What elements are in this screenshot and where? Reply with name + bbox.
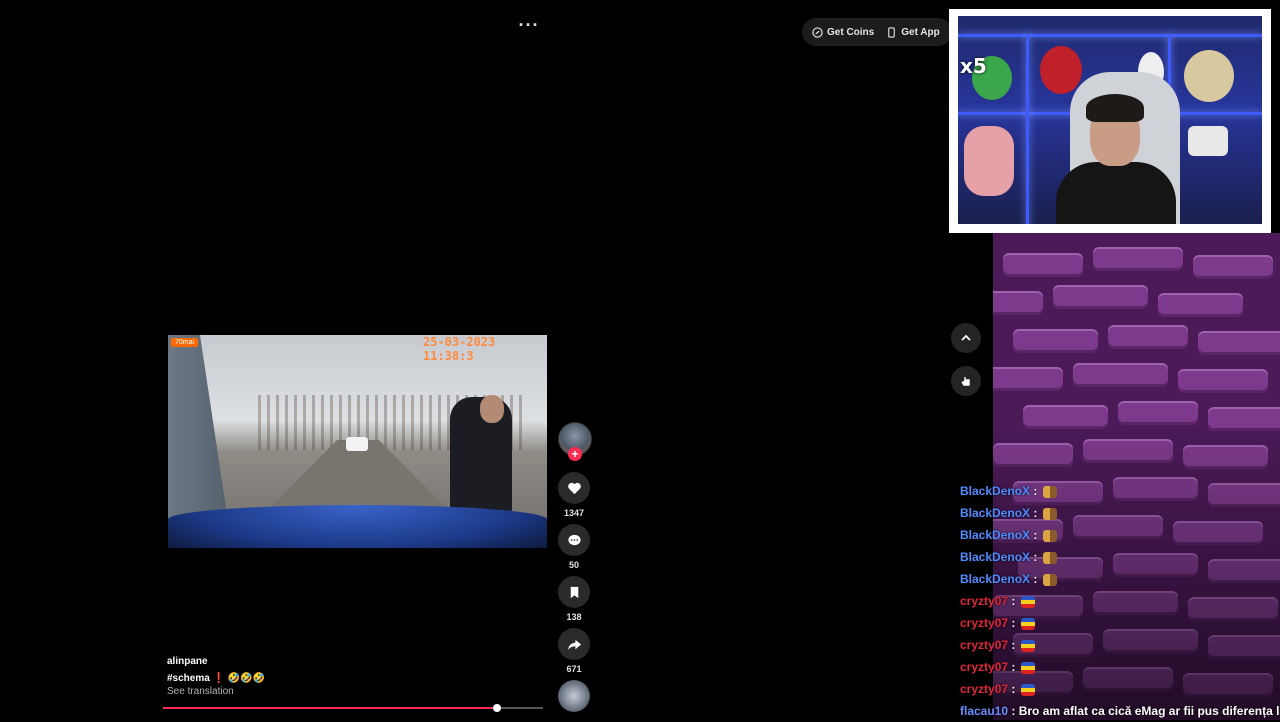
chat-username[interactable]: BlackDenoX xyxy=(960,572,1030,586)
cat-emote xyxy=(1042,573,1057,586)
chat-message: BlackDenoX : xyxy=(960,568,1280,590)
get-coins-button[interactable]: Get Coins xyxy=(812,27,874,38)
chat-separator: : xyxy=(1008,616,1019,630)
chat-message: BlackDenoX : xyxy=(960,480,1280,502)
chat-username[interactable]: cryzty07 xyxy=(960,682,1008,696)
video-progress-knob[interactable] xyxy=(493,704,502,712)
comment-button[interactable]: 50 xyxy=(558,524,590,570)
see-translation-link[interactable]: See translation xyxy=(167,686,234,697)
dashcam-timestamp: 25-03-2023 11:38:3 xyxy=(423,335,496,363)
chat-separator: : xyxy=(1008,682,1019,696)
chat-separator: : xyxy=(1030,528,1041,542)
comment-icon xyxy=(567,534,581,545)
flag-emote xyxy=(1020,661,1035,674)
chat-message: cryzty07 : xyxy=(960,612,1280,634)
flag-emote xyxy=(1020,683,1035,696)
video-actions: + 1347 50 138 671 xyxy=(556,420,592,720)
flag-emote xyxy=(1020,639,1035,652)
chat-username[interactable]: BlackDenoX xyxy=(960,550,1030,564)
coin-icon xyxy=(812,26,823,38)
follow-plus-icon[interactable]: + xyxy=(568,447,582,461)
chat-message: cryzty07 : xyxy=(960,678,1280,700)
flag-emote xyxy=(1020,617,1035,630)
video-caption: #schema ❗ 🤣🤣🤣 xyxy=(167,673,266,684)
chat-separator: : xyxy=(1008,594,1019,608)
chat-username[interactable]: flacau10 xyxy=(960,704,1008,718)
heart-icon xyxy=(567,482,581,494)
video-progress-bar[interactable] xyxy=(163,704,543,712)
dashcam-brand-label: 70mai xyxy=(171,338,199,347)
chat-message: flacau10 : Bro am aflat ca cică eMag ar … xyxy=(960,700,1280,722)
hand-cursor-icon xyxy=(961,377,970,386)
chat-message: BlackDenoX : xyxy=(960,502,1280,524)
chat-username[interactable]: cryzty07 xyxy=(960,638,1008,652)
previous-video-button[interactable] xyxy=(951,323,981,353)
chat-username[interactable]: BlackDenoX xyxy=(960,506,1030,520)
bookmark-icon xyxy=(570,586,578,598)
chat-separator: : xyxy=(1008,704,1019,718)
webcam-overlay: x5 xyxy=(949,9,1271,233)
chevron-up-icon xyxy=(961,334,971,341)
share-button[interactable]: 671 xyxy=(558,628,590,674)
chat-message: cryzty07 : xyxy=(960,634,1280,656)
video-progress-fill xyxy=(163,707,498,709)
topbar-actions: Get Coins Get App xyxy=(802,18,952,46)
chat-username[interactable]: cryzty07 xyxy=(960,594,1008,608)
multiplier-badge: x5 xyxy=(960,54,987,78)
streamer-webcam: x5 xyxy=(958,16,1262,224)
like-count: 1347 xyxy=(563,508,585,518)
get-coins-label: Get Coins xyxy=(827,26,875,38)
chat-separator: : xyxy=(1030,572,1041,586)
share-icon xyxy=(567,639,581,650)
chat-text: Bro am aflat ca cică eMag ar fii pus dif… xyxy=(1018,704,1280,718)
video-player[interactable]: 70mai 25-03-2023 11:38:3 xyxy=(168,335,547,548)
chat-message: cryzty07 : xyxy=(960,590,1280,612)
chat-username[interactable]: BlackDenoX xyxy=(960,528,1030,542)
more-options-button[interactable]: ··· xyxy=(518,14,540,36)
chat-message: BlackDenoX : xyxy=(960,546,1280,568)
cat-emote xyxy=(1042,529,1057,542)
cat-emote xyxy=(1042,485,1057,498)
cat-emote xyxy=(1042,551,1057,564)
chat-message: cryzty07 : xyxy=(960,656,1280,678)
chat-separator: : xyxy=(1008,660,1019,674)
flag-emote xyxy=(1020,595,1035,608)
chat-separator: : xyxy=(1030,550,1041,564)
phone-icon xyxy=(888,26,896,38)
get-app-button[interactable]: Get App xyxy=(886,27,940,38)
get-app-label: Get App xyxy=(901,26,940,38)
creator-username[interactable]: alinpane xyxy=(167,656,208,667)
save-button[interactable]: 138 xyxy=(558,576,590,622)
chat-message: BlackDenoX : xyxy=(960,524,1280,546)
next-video-button[interactable] xyxy=(951,366,981,396)
chat-username[interactable]: BlackDenoX xyxy=(960,484,1030,498)
share-count: 671 xyxy=(566,664,582,674)
comment-count: 50 xyxy=(568,560,579,570)
chat-separator: : xyxy=(1008,638,1019,652)
save-count: 138 xyxy=(566,612,582,622)
stream-chat: BlackDenoX : BlackDenoX : BlackDenoX : B… xyxy=(960,480,1280,722)
creator-avatar[interactable]: + xyxy=(558,422,592,461)
like-button[interactable]: 1347 xyxy=(558,472,590,518)
chat-separator: : xyxy=(1030,484,1041,498)
chat-separator: : xyxy=(1030,506,1041,520)
cat-emote xyxy=(1042,507,1057,520)
chat-username[interactable]: cryzty07 xyxy=(960,660,1008,674)
music-disc-icon[interactable] xyxy=(558,680,590,712)
chat-username[interactable]: cryzty07 xyxy=(960,616,1008,630)
